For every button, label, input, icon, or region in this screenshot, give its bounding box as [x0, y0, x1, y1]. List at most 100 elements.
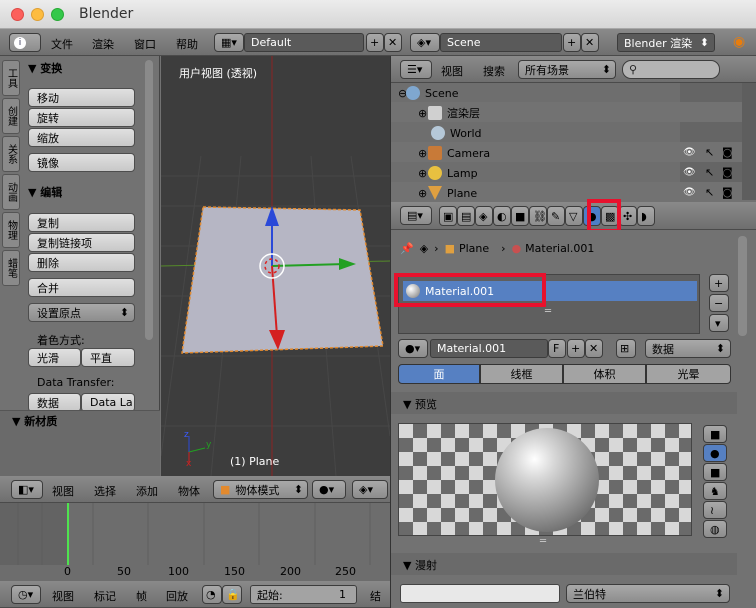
tab-tools[interactable]: 工具: [2, 60, 20, 96]
tab-relations[interactable]: 关系: [2, 136, 20, 172]
cursor-select-icon[interactable]: ↖: [705, 146, 714, 159]
set-origin-dropdown[interactable]: 设置原点 ⬍: [28, 303, 135, 322]
outliner-search-input[interactable]: ⚲: [622, 60, 720, 79]
eye-icon[interactable]: 👁: [683, 147, 696, 158]
diffuse-panel-header[interactable]: [391, 553, 737, 575]
delete-scene-button[interactable]: ✕: [581, 33, 599, 52]
screen-layout-icon[interactable]: ▦▾: [214, 33, 244, 52]
properties-scrollbar[interactable]: [738, 236, 747, 336]
outliner-row-render-layers[interactable]: ⊕ 渲染层: [418, 103, 700, 123]
eye-icon[interactable]: 👁: [683, 167, 696, 178]
preview-flat-button[interactable]: ■: [703, 425, 727, 443]
fake-user-button[interactable]: F: [548, 339, 566, 358]
shade-flat-button[interactable]: 平直: [81, 348, 135, 367]
timeline[interactable]: [0, 503, 390, 581]
list-resize-handle[interactable]: ═: [545, 306, 551, 317]
tab-halo[interactable]: 光晕: [646, 364, 731, 384]
preview-sphere-button[interactable]: ●: [703, 444, 727, 462]
node-tree-icon[interactable]: ⊞: [616, 339, 636, 358]
minimize-window-button[interactable]: [31, 8, 44, 21]
mirror-button[interactable]: 镜像: [28, 153, 135, 172]
view3d-menu-view[interactable]: 视图: [52, 483, 74, 499]
cursor-select-icon[interactable]: ↖: [705, 186, 714, 199]
outliner-row-lamp[interactable]: ⊕ Lamp: [418, 163, 700, 183]
tab-physics[interactable]: 物理: [2, 212, 20, 248]
render-engine-dropdown[interactable]: Blender 渲染 ⬍: [617, 33, 715, 52]
menu-help[interactable]: 帮助: [176, 36, 198, 52]
outliner-menu-search[interactable]: 搜索: [483, 63, 505, 79]
menu-render[interactable]: 渲染: [92, 36, 114, 52]
browse-material-button[interactable]: ●▾: [398, 339, 428, 358]
rotate-button[interactable]: 旋转: [28, 108, 135, 127]
duplicate-linked-button[interactable]: 复制链接项: [28, 233, 135, 252]
physics-tab-icon[interactable]: ◗: [637, 206, 655, 226]
scene-tab-icon[interactable]: ◈: [475, 206, 493, 226]
join-button[interactable]: 合并: [28, 278, 135, 297]
maximize-window-button[interactable]: [51, 8, 64, 21]
outliner-row-world[interactable]: World: [431, 123, 713, 143]
slot-specials-button[interactable]: ▾: [709, 314, 729, 332]
outliner-row-camera[interactable]: ⊕ Camera: [418, 143, 700, 163]
outliner-filter-dropdown[interactable]: 所有场景 ⬍: [518, 60, 616, 79]
render-layers-tab-icon[interactable]: ▤: [457, 206, 475, 226]
transform-panel-header[interactable]: ▼ 变换: [28, 60, 62, 76]
screen-layout-field[interactable]: Default: [244, 33, 364, 52]
cursor-select-icon[interactable]: ↖: [705, 166, 714, 179]
render-camera-icon[interactable]: ◙: [722, 146, 733, 159]
mode-dropdown[interactable]: ■ 物体模式 ⬍: [213, 480, 308, 499]
tab-animation[interactable]: 动画: [2, 174, 20, 210]
properties-editor-type-button[interactable]: ▤▾: [400, 206, 432, 225]
object-data-tab-icon[interactable]: ▽: [565, 206, 583, 226]
timeline-editor-type-button[interactable]: ◷▾: [11, 585, 41, 604]
view3d-menu-object[interactable]: 物体: [178, 483, 200, 499]
add-scene-button[interactable]: +: [563, 33, 581, 52]
view3d-menu-add[interactable]: 添加: [136, 483, 158, 499]
new-material-panel-header[interactable]: ▼ 新材质: [12, 413, 57, 429]
scene-field[interactable]: Scene: [440, 33, 562, 52]
render-tab-icon[interactable]: ▣: [439, 206, 457, 226]
pivot-point-dropdown[interactable]: ◈▾: [352, 480, 388, 499]
timeline-menu-playback[interactable]: 回放: [166, 588, 188, 604]
outliner-row-plane[interactable]: ⊕ Plane: [418, 183, 700, 203]
outliner-row-scene[interactable]: ⊖ Scene: [398, 83, 680, 103]
pin-icon[interactable]: 📌: [400, 242, 414, 255]
modifiers-tab-icon[interactable]: ✎: [547, 206, 565, 226]
new-material-button[interactable]: +: [567, 339, 585, 358]
diffuse-color-swatch[interactable]: [400, 584, 560, 603]
add-layout-button[interactable]: +: [366, 33, 384, 52]
timeline-menu-frame[interactable]: 帧: [136, 588, 147, 604]
delete-button[interactable]: 删除: [28, 253, 135, 272]
preview-hair-button[interactable]: ≀: [703, 501, 727, 519]
render-camera-icon[interactable]: ◙: [722, 186, 733, 199]
scale-button[interactable]: 缩放: [28, 128, 135, 147]
link-dropdown[interactable]: 数据 ⬍: [645, 339, 731, 358]
viewport-shading-dropdown[interactable]: ●▾: [312, 480, 346, 499]
preview-resize-handle[interactable]: ═: [540, 536, 546, 547]
material-name-field[interactable]: Material.001: [430, 339, 548, 358]
edit-panel-header[interactable]: ▼ 编辑: [28, 184, 62, 200]
shade-smooth-button[interactable]: 光滑: [28, 348, 81, 367]
move-button[interactable]: 移动: [28, 88, 135, 107]
tool-shelf-scrollbar[interactable]: [145, 60, 153, 340]
preview-cube-button[interactable]: ■: [703, 463, 727, 481]
tab-grease-pencil[interactable]: 蜡笔: [2, 250, 20, 286]
timeline-menu-view[interactable]: 视图: [52, 588, 74, 604]
preview-panel-header[interactable]: [391, 392, 737, 414]
preview-monkey-button[interactable]: ♞: [703, 482, 727, 500]
tab-surface[interactable]: 面: [398, 364, 480, 384]
outliner-editor-type-button[interactable]: ☰▾: [400, 60, 432, 79]
unlink-material-button[interactable]: ✕: [585, 339, 603, 358]
breadcrumb-material[interactable]: Material.001: [525, 242, 594, 255]
editor-type-button[interactable]: i: [9, 33, 41, 52]
constraints-tab-icon[interactable]: ⛓: [529, 206, 547, 226]
menu-window[interactable]: 窗口: [134, 36, 156, 52]
scene-icon[interactable]: ◈▾: [410, 33, 440, 52]
delete-layout-button[interactable]: ✕: [384, 33, 402, 52]
view3d-menu-select[interactable]: 选择: [94, 483, 116, 499]
diffuse-shader-dropdown[interactable]: 兰伯特 ⬍: [566, 584, 730, 603]
tab-wire[interactable]: 线框: [480, 364, 563, 384]
outliner-menu-view[interactable]: 视图: [441, 63, 463, 79]
material-slot-item[interactable]: Material.001: [406, 284, 494, 298]
view3d-editor-type-button[interactable]: ◧▾: [11, 480, 43, 499]
particles-tab-icon[interactable]: ✣: [619, 206, 637, 226]
